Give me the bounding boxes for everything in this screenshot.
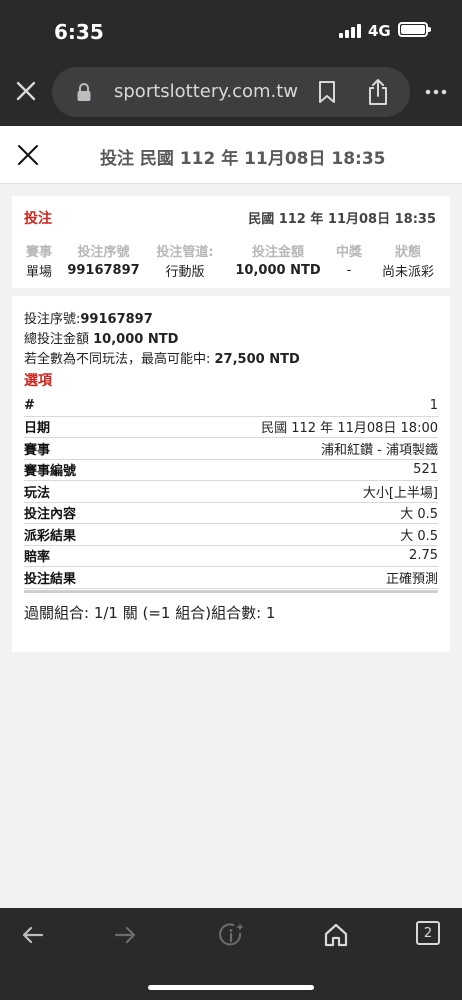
table-row: 賽事編號 521 bbox=[24, 460, 438, 481]
row-key: 賠率 bbox=[24, 550, 51, 566]
status-time: 6:35 bbox=[54, 20, 104, 44]
table-row: 玩法 大小[上半場] bbox=[24, 481, 438, 503]
page-header: 投注 民國 112 年 11月08日 18:35 bbox=[0, 126, 462, 184]
row-key: 投注內容 bbox=[24, 507, 77, 523]
row-key: # bbox=[24, 397, 35, 413]
column-header: 狀態 bbox=[394, 244, 421, 260]
combo-summary: 過關組合: 1/1 關 (=1 組合)組合數: 1 bbox=[24, 604, 276, 622]
address-bar[interactable]: sportslottery.com.tw bbox=[52, 67, 410, 117]
row-key: 玩法 bbox=[24, 485, 51, 501]
lock-icon bbox=[77, 83, 91, 101]
table-row: 賠率 2.75 bbox=[24, 546, 438, 567]
max-win-label: 若全數為不同玩法，最高可能中: bbox=[24, 352, 215, 367]
table-row: 投注內容 大 0.5 bbox=[24, 503, 438, 524]
bookmark-icon[interactable] bbox=[318, 80, 336, 104]
total-label: 總投注金額 bbox=[24, 332, 94, 347]
home-indicator bbox=[148, 985, 314, 990]
detail-table: # 1 日期 民國 112 年 11月08日 18:00 賽事 浦和紅鑽 - 浦… bbox=[24, 395, 438, 593]
info-sparkle-icon[interactable] bbox=[219, 922, 245, 948]
row-key: 日期 bbox=[24, 421, 51, 437]
max-win-value: 27,500 NTD bbox=[214, 352, 300, 367]
summary-header-row: 賽事 投注序號 投注管道: 投注金額 中獎 狀態 bbox=[12, 240, 450, 260]
row-value: 大 0.5 bbox=[400, 528, 438, 544]
bet-summary-card: 投注 民國 112 年 11月08日 18:35 賽事 投注序號 投注管道: 投… bbox=[12, 196, 450, 288]
row-key: 投注結果 bbox=[24, 571, 77, 587]
browser-address-row: sportslottery.com.tw bbox=[0, 60, 462, 126]
network-label: 4G bbox=[368, 22, 391, 40]
bet-serial: 99167897 bbox=[67, 262, 140, 278]
close-icon[interactable] bbox=[15, 80, 37, 102]
close-icon[interactable] bbox=[16, 143, 40, 167]
serial-value: 99167897 bbox=[80, 312, 153, 327]
event-type: 單場 bbox=[25, 264, 52, 280]
battery-icon bbox=[398, 22, 431, 37]
total-value: 10,000 NTD bbox=[93, 332, 179, 347]
row-key: 派彩結果 bbox=[24, 528, 77, 544]
table-row: 派彩結果 大 0.5 bbox=[24, 524, 438, 546]
bet-amount: 10,000 NTD bbox=[235, 262, 321, 278]
payout-status: 尚未派彩 bbox=[381, 264, 434, 280]
row-value: 大小[上半場] bbox=[362, 485, 438, 501]
bet-detail-card: 投注序號:99167897 總投注金額 10,000 NTD 若全數為不同玩法，… bbox=[12, 296, 450, 652]
table-row: 投注結果 正確預測 bbox=[24, 567, 438, 589]
url-text: sportslottery.com.tw bbox=[114, 81, 299, 102]
page-title: 投注 民國 112 年 11月08日 18:35 bbox=[100, 149, 386, 169]
row-value: 浦和紅鑽 - 浦項製鐵 bbox=[321, 442, 438, 458]
bet-channel: 行動版 bbox=[165, 264, 205, 280]
row-value: 大 0.5 bbox=[400, 507, 438, 523]
row-value: 521 bbox=[413, 462, 438, 478]
serial-label: 投注序號: bbox=[24, 312, 81, 327]
table-row: 日期 民國 112 年 11月08日 18:00 bbox=[24, 417, 438, 438]
more-icon[interactable] bbox=[425, 88, 447, 96]
total-line: 總投注金額 10,000 NTD bbox=[24, 328, 178, 347]
column-header: 投注序號 bbox=[77, 244, 130, 260]
row-value: 2.75 bbox=[409, 548, 438, 564]
column-header: 中獎 bbox=[335, 244, 362, 260]
win-status: - bbox=[346, 262, 352, 278]
status-bar: 6:35 4G bbox=[0, 0, 462, 60]
back-arrow-icon[interactable] bbox=[20, 922, 46, 948]
column-header: 投注管道: bbox=[156, 244, 214, 260]
row-value: 正確預測 bbox=[385, 571, 438, 587]
summary-table: 賽事 投注序號 投注管道: 投注金額 中獎 狀態 單場 99167897 行動版… bbox=[12, 240, 450, 280]
row-value: 1 bbox=[429, 397, 438, 413]
serial-line: 投注序號:99167897 bbox=[24, 308, 153, 327]
tabs-button[interactable]: 2 bbox=[416, 921, 440, 945]
row-key: 賽事 bbox=[24, 442, 51, 458]
row-value: 民國 112 年 11月08日 18:00 bbox=[261, 421, 438, 437]
row-key: 賽事編號 bbox=[24, 464, 77, 480]
table-row: 賽事 浦和紅鑽 - 浦項製鐵 bbox=[24, 438, 438, 460]
table-row: # 1 bbox=[24, 395, 438, 417]
home-icon[interactable] bbox=[323, 922, 349, 948]
options-heading: 選項 bbox=[24, 373, 52, 389]
max-win-line: 若全數為不同玩法，最高可能中: 27,500 NTD bbox=[24, 348, 300, 367]
share-icon[interactable] bbox=[367, 78, 389, 106]
signal-icon bbox=[339, 24, 361, 38]
bet-date: 民國 112 年 11月08日 18:35 bbox=[248, 212, 436, 227]
column-header: 賽事 bbox=[25, 244, 52, 260]
forward-arrow-icon[interactable] bbox=[112, 922, 138, 948]
table-end-divider bbox=[24, 589, 438, 593]
summary-value-row: 單場 99167897 行動版 10,000 NTD - 尚未派彩 bbox=[12, 260, 450, 280]
column-header: 投注金額 bbox=[251, 244, 304, 260]
bet-title: 投注 bbox=[24, 211, 52, 227]
